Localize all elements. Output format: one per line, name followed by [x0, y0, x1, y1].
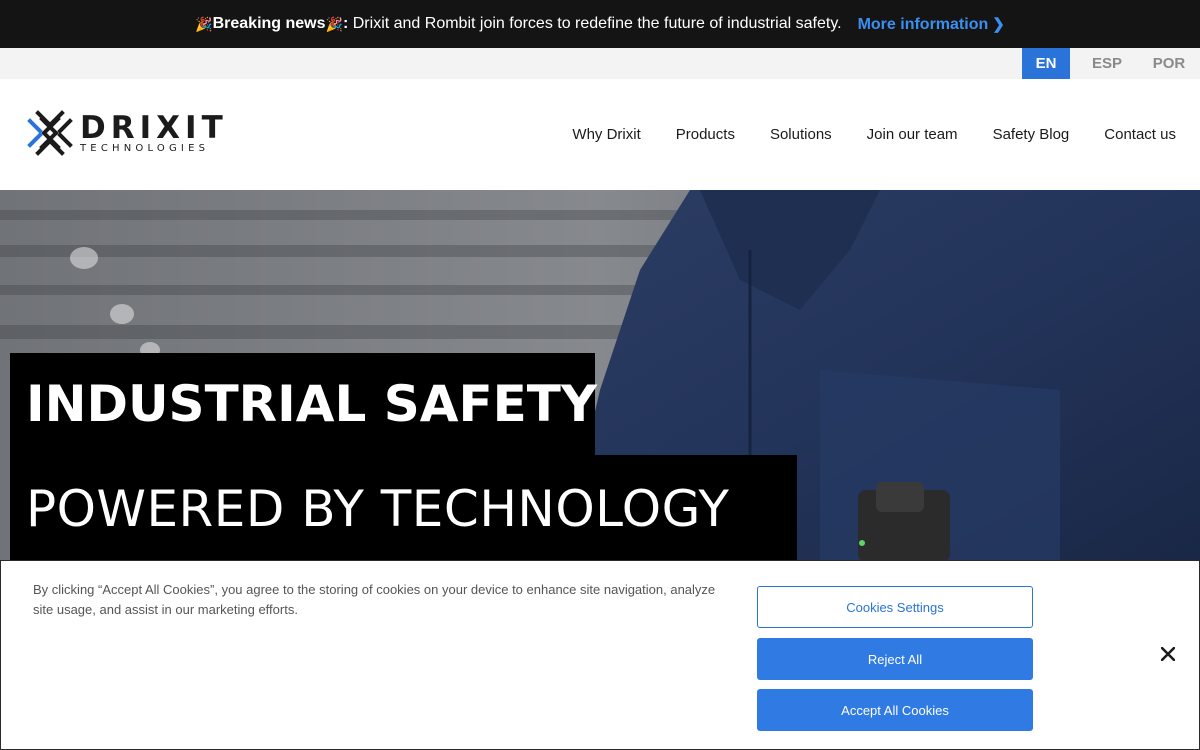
cookie-consent-text: By clicking “Accept All Cookies”, you ag…	[33, 582, 716, 617]
nav-products[interactable]: Products	[676, 126, 735, 143]
party-popper-icon: 🎉	[195, 15, 213, 32]
close-icon[interactable]	[1157, 643, 1179, 665]
cookie-consent-banner: By clicking “Accept All Cookies”, you ag…	[0, 560, 1200, 750]
cookies-settings-button[interactable]: Cookies Settings	[757, 586, 1033, 628]
nav-why-drixit[interactable]: Why Drixit	[572, 126, 640, 143]
announcement-label: Breaking news	[212, 15, 326, 32]
drixit-logo-mark-icon	[27, 110, 73, 156]
reject-all-button[interactable]: Reject All	[757, 638, 1033, 680]
brand-logo[interactable]: DRIXIT TECHNOLOGIES	[26, 109, 228, 157]
chevron-right-icon: ❯	[992, 15, 1005, 33]
announcement-bar: 🎉 Breaking news 🎉 : Drixit and Rombit jo…	[0, 0, 1200, 48]
announcement-message: Drixit and Rombit join forces to redefin…	[352, 15, 842, 32]
language-por[interactable]: POR	[1138, 48, 1200, 79]
nav-solutions[interactable]: Solutions	[770, 126, 832, 143]
language-esp[interactable]: ESP	[1076, 48, 1138, 79]
hero-title-line-2: POWERED BY TECHNOLOGY	[10, 455, 797, 562]
language-en[interactable]: EN	[1022, 48, 1070, 79]
site-header: DRIXIT TECHNOLOGIES Why Drixit Products …	[0, 79, 1200, 190]
nav-safety-blog[interactable]: Safety Blog	[993, 126, 1070, 143]
party-popper-icon: 🎉	[325, 15, 343, 32]
accept-all-cookies-button[interactable]: Accept All Cookies	[757, 689, 1033, 731]
nav-join-our-team[interactable]: Join our team	[867, 126, 958, 143]
hero-title-line-1: INDUSTRIAL SAFETY	[10, 353, 597, 455]
brand-name: DRIXIT	[80, 109, 228, 146]
brand-tagline: TECHNOLOGIES	[80, 142, 210, 154]
nav-contact-us[interactable]: Contact us	[1104, 126, 1176, 143]
hero-section: INDUSTRIAL SAFETY POWERED BY TECHNOLOGY	[0, 190, 1200, 562]
more-information-link[interactable]: More information ❯	[858, 15, 1005, 34]
main-navigation: Why Drixit Products Solutions Join our t…	[572, 79, 1176, 190]
language-switcher: EN ESP POR	[0, 48, 1200, 79]
